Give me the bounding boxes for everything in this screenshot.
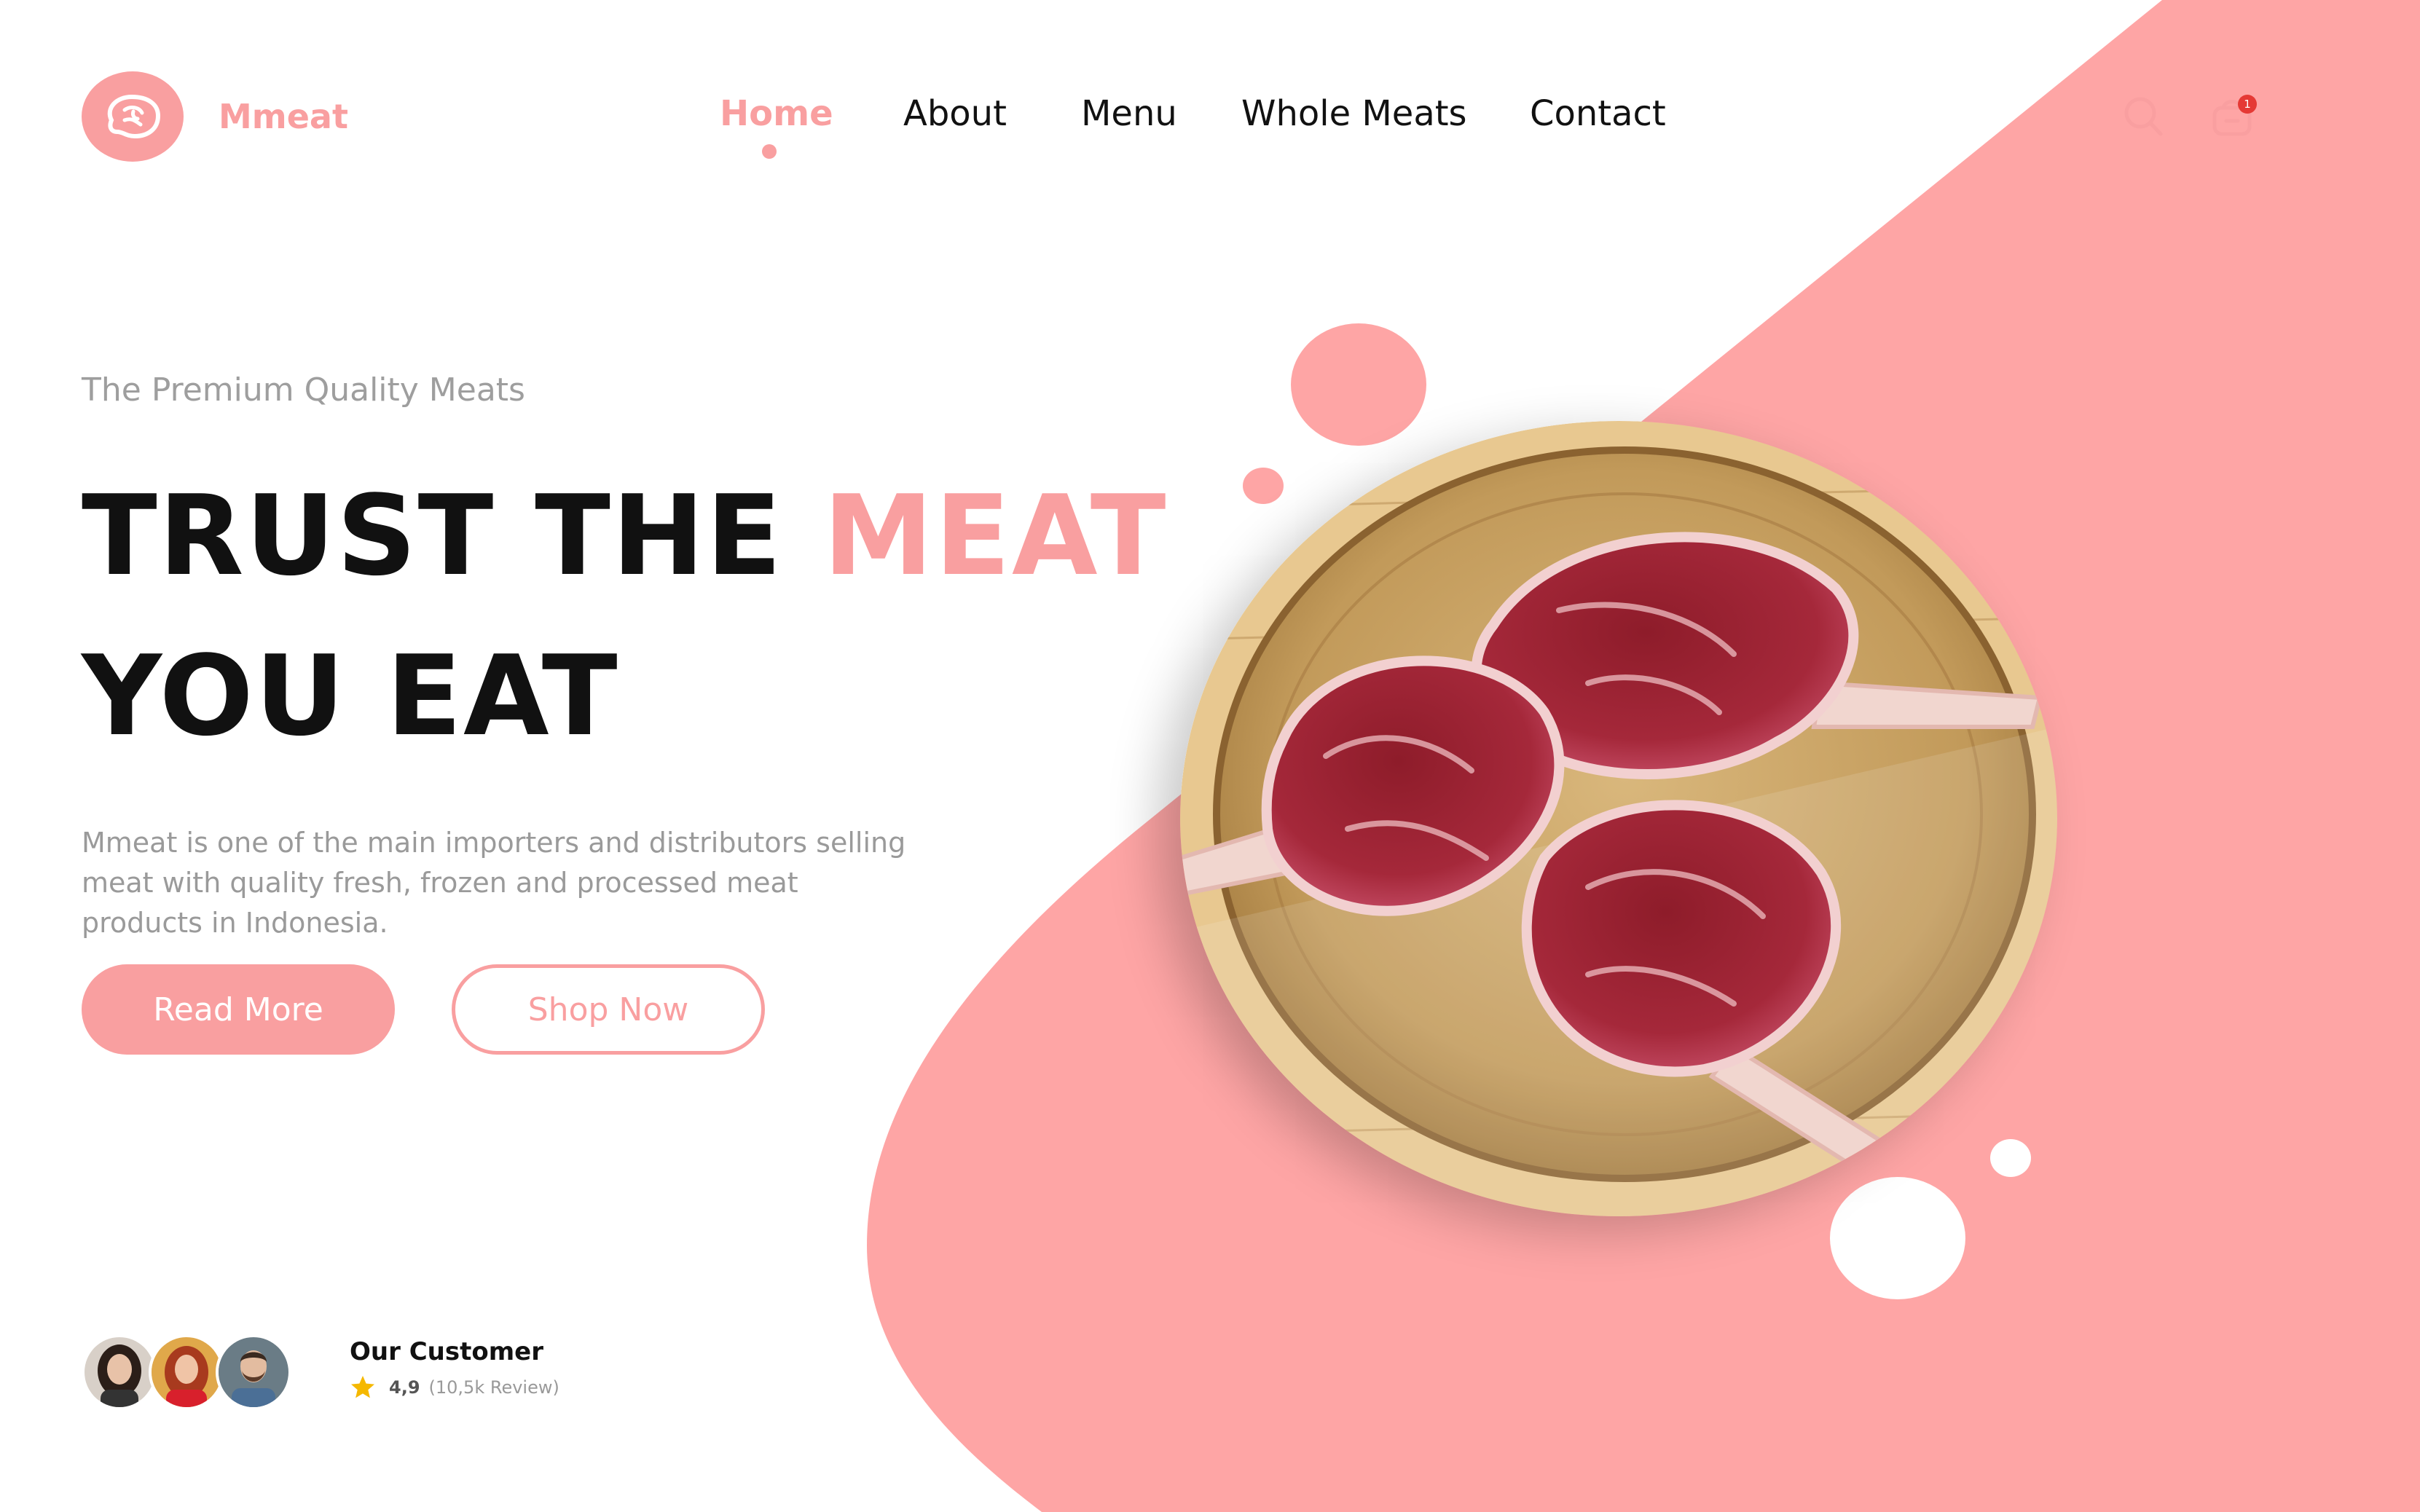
search-icon[interactable] — [2121, 93, 2165, 138]
avatar-man-beard — [216, 1334, 291, 1410]
avatar-woman-dark-hair — [82, 1334, 157, 1410]
hero-headline-line2: YOU EAT — [82, 631, 619, 760]
nav-item-menu[interactable]: Menu — [1081, 93, 1177, 134]
headline-text: TRUST THE — [82, 471, 823, 600]
meat-plate-image — [1180, 421, 2057, 1216]
shop-now-button[interactable]: Shop Now — [452, 964, 765, 1055]
customer-rating: 4,9 (10,5k Review) — [350, 1375, 559, 1400]
hero-tagline: The Premium Quality Meats — [82, 371, 525, 409]
hero-description: Mmeat is one of the main importers and d… — [82, 827, 906, 939]
nav-item-whole-meats[interactable]: Whole Meats — [1241, 93, 1467, 134]
hero-headline-line1: TRUST THE MEAT — [82, 481, 1167, 591]
customer-title: Our Customer — [350, 1337, 543, 1366]
headline-accent-text: MEAT — [822, 471, 1168, 600]
decor-bubble-white-large — [1830, 1177, 1965, 1299]
active-nav-indicator — [762, 144, 777, 159]
read-more-button[interactable]: Read More — [82, 964, 395, 1055]
nav-item-contact[interactable]: Contact — [1530, 93, 1666, 134]
decor-bubble-large — [1291, 323, 1426, 446]
rating-value: 4,9 — [389, 1377, 420, 1398]
decor-bubble-white-small — [1990, 1139, 2031, 1177]
cart-count-badge: 1 — [2238, 95, 2257, 114]
review-count: (10,5k Review) — [428, 1377, 559, 1398]
main-nav: Home About Menu Whole Meats Contact — [0, 93, 2420, 151]
decor-bubble-small — [1243, 468, 1284, 504]
nav-item-about[interactable]: About — [903, 93, 1007, 134]
star-icon — [351, 1376, 374, 1398]
nav-item-home[interactable]: Home — [720, 93, 833, 134]
avatar-woman-red-hair — [149, 1334, 224, 1410]
customer-avatars — [82, 1334, 300, 1410]
